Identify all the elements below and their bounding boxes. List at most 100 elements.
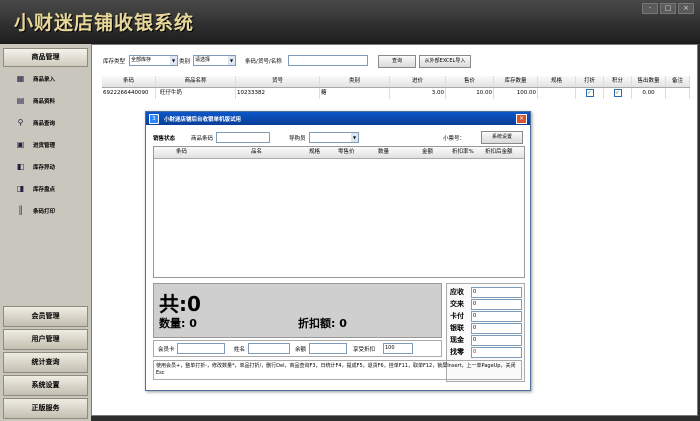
pos-title-bar: 3 小财迷店铺后台收银单机版试用 × (146, 112, 530, 125)
cell-discount: ✓ (576, 88, 604, 99)
sidebar-item-label: 商品查询 (33, 120, 56, 127)
sidebar-item-stock-change[interactable]: ◧ 库存异动 (3, 156, 88, 177)
category-select[interactable]: 请选择 ▼ (193, 55, 236, 66)
column-header[interactable]: 商品名称 (156, 76, 236, 87)
payment-row-receivable: 应收 0 (449, 287, 522, 298)
sidebar-item-purchase[interactable]: ▣ 进货管理 (3, 134, 88, 155)
column-header[interactable]: 货号 (236, 76, 320, 87)
sidebar-item-label: 商品资料 (33, 98, 56, 105)
member-name-label: 姓名 (234, 347, 246, 353)
payment-label: 交来 (450, 300, 464, 308)
barcode-label: 商品条码 (191, 136, 214, 142)
sidebar: 商品管理 ▦ 商品录入 ▤ 商品资料 ⚲ 商品查询 ▣ 进货管理 ◧ 库存异动 … (0, 44, 91, 421)
stock-type-value: 全部库存 (131, 57, 152, 63)
sidebar-item-barcode[interactable]: ║ 条码打印 (3, 200, 88, 221)
cell-category: 糖 (320, 88, 390, 99)
cell-barcode: 6922266440090 (102, 88, 156, 99)
chevron-down-icon: ▼ (351, 133, 358, 142)
totals-panel: 共:0 数量: 0 折扣额: 0 (153, 283, 442, 338)
sidebar-item-product-search[interactable]: ⚲ 商品查询 (3, 112, 88, 133)
cell-stock: 100.00 (494, 88, 538, 99)
barcode-icon: ║ (18, 206, 23, 215)
payment-row-unionpay: 银联 0 (449, 323, 522, 334)
sidebar-item-product-entry[interactable]: ▦ 商品录入 (3, 68, 88, 89)
payment-row-change: 找零 0 (449, 347, 522, 358)
column-header[interactable]: 售出数量 (632, 76, 666, 87)
guide-label: 导购员 (289, 136, 306, 142)
close-icon: × (518, 115, 525, 122)
column-header[interactable]: 折扣率% (452, 147, 474, 158)
stock-change-icon: ◧ (16, 162, 25, 171)
pos-dialog: 3 小财迷店铺后台收银单机版试用 × 销售状态 商品条码 导购员 ▼ 小票号： … (145, 111, 531, 391)
sidebar-stats-button[interactable]: 统计查询 (3, 352, 88, 373)
sidebar-user-button[interactable]: 用户管理 (3, 329, 88, 350)
sidebar-item-inventory[interactable]: ◨ 库存盘点 (3, 178, 88, 199)
column-header[interactable]: 规格 (538, 76, 576, 87)
column-header[interactable]: 条码 (176, 147, 187, 158)
column-header[interactable]: 折扣后金额 (485, 147, 513, 158)
close-button[interactable]: × (678, 3, 694, 14)
column-header[interactable]: 数量 (378, 147, 389, 158)
payment-row-cash: 现金 0 (449, 335, 522, 346)
sale-items-table: 条码 品名 规格 零售价 数量 金额 折扣率% 折扣后金额 (153, 146, 525, 278)
stock-type-select[interactable]: 全部库存 ▼ (129, 55, 178, 66)
cash-field[interactable]: 0 (471, 335, 522, 346)
member-discount-label: 享受折扣 (353, 347, 376, 353)
cell-cost: 3.00 (390, 88, 446, 99)
column-header[interactable]: 类别 (320, 76, 390, 87)
column-header[interactable]: 库存数量 (494, 76, 538, 87)
column-header[interactable]: 售价 (446, 76, 494, 87)
member-card-label: 会员卡 (158, 347, 175, 353)
column-header[interactable]: 备注 (666, 76, 690, 87)
excel-import-button[interactable]: 从外部EXCEL导入 (419, 55, 471, 68)
minimize-button[interactable]: - (642, 3, 658, 14)
column-header[interactable]: 条码 (102, 76, 156, 87)
column-header[interactable]: 积分 (604, 76, 632, 87)
change-field[interactable]: 0 (471, 347, 522, 358)
search-input[interactable] (288, 55, 368, 66)
balance-field[interactable] (309, 343, 347, 354)
grand-total: 共:0 (159, 288, 201, 317)
table-row[interactable]: 6922266440090 旺仔牛奶 10233382 糖 3.00 10.00… (102, 88, 690, 99)
discount-checkbox[interactable]: ✓ (585, 88, 594, 97)
shortcut-hint: 使用会员+，整单打折-，修改数量*，单品打折/，删行Del，商品查询F3，日统计… (153, 360, 522, 380)
category-label: 类别 (179, 59, 191, 65)
filter-bar: 库存类型 全部库存 ▼ 类别 请选择 ▼ 条码/货号/名称 查询 从外部EXCE… (92, 45, 697, 73)
card-field[interactable]: 0 (471, 311, 522, 322)
column-header[interactable]: 品名 (251, 147, 262, 158)
receivable-field[interactable]: 0 (471, 287, 522, 298)
sidebar-license-button[interactable]: 正版服务 (3, 398, 88, 419)
column-header[interactable]: 进价 (390, 76, 446, 87)
sidebar-header-product[interactable]: 商品管理 (3, 48, 88, 67)
guide-select[interactable]: ▼ (309, 132, 359, 143)
sale-status-label: 销售状态 (153, 136, 176, 142)
ticket-label: 小票号： (443, 136, 466, 142)
sidebar-item-label: 库存盘点 (33, 186, 56, 193)
tendered-field[interactable]: 0 (471, 299, 522, 310)
sidebar-member-button[interactable]: 会员管理 (3, 306, 88, 327)
sidebar-item-product-info[interactable]: ▤ 商品资料 (3, 90, 88, 111)
payment-row-card: 卡付 0 (449, 311, 522, 322)
column-header[interactable]: 零售价 (338, 147, 355, 158)
sidebar-item-label: 商品录入 (33, 76, 56, 83)
points-checkbox[interactable]: ✓ (613, 88, 622, 97)
total-label: 共: (159, 292, 187, 316)
pos-close-button[interactable]: × (516, 114, 527, 124)
unionpay-field[interactable]: 0 (471, 323, 522, 334)
pos-title: 小财迷店铺后台收银单机版试用 (164, 117, 242, 123)
quantity-total: 数量: 0 (159, 315, 197, 331)
member-discount-field[interactable]: 100 (383, 343, 413, 354)
query-button[interactable]: 查询 (378, 55, 416, 68)
window-controls: - □ × (642, 3, 694, 14)
member-card-input[interactable] (177, 343, 225, 354)
cell-spec (538, 88, 576, 99)
column-header[interactable]: 规格 (309, 147, 320, 158)
column-header[interactable]: 打折 (576, 76, 604, 87)
sidebar-settings-button[interactable]: 系统设置 (3, 375, 88, 396)
system-settings-button[interactable]: 系统设置 (481, 131, 523, 144)
payment-label: 找零 (450, 348, 464, 356)
barcode-input[interactable] (216, 132, 270, 143)
member-name-field[interactable] (248, 343, 290, 354)
maximize-button[interactable]: □ (660, 3, 676, 14)
column-header[interactable]: 金额 (422, 147, 433, 158)
